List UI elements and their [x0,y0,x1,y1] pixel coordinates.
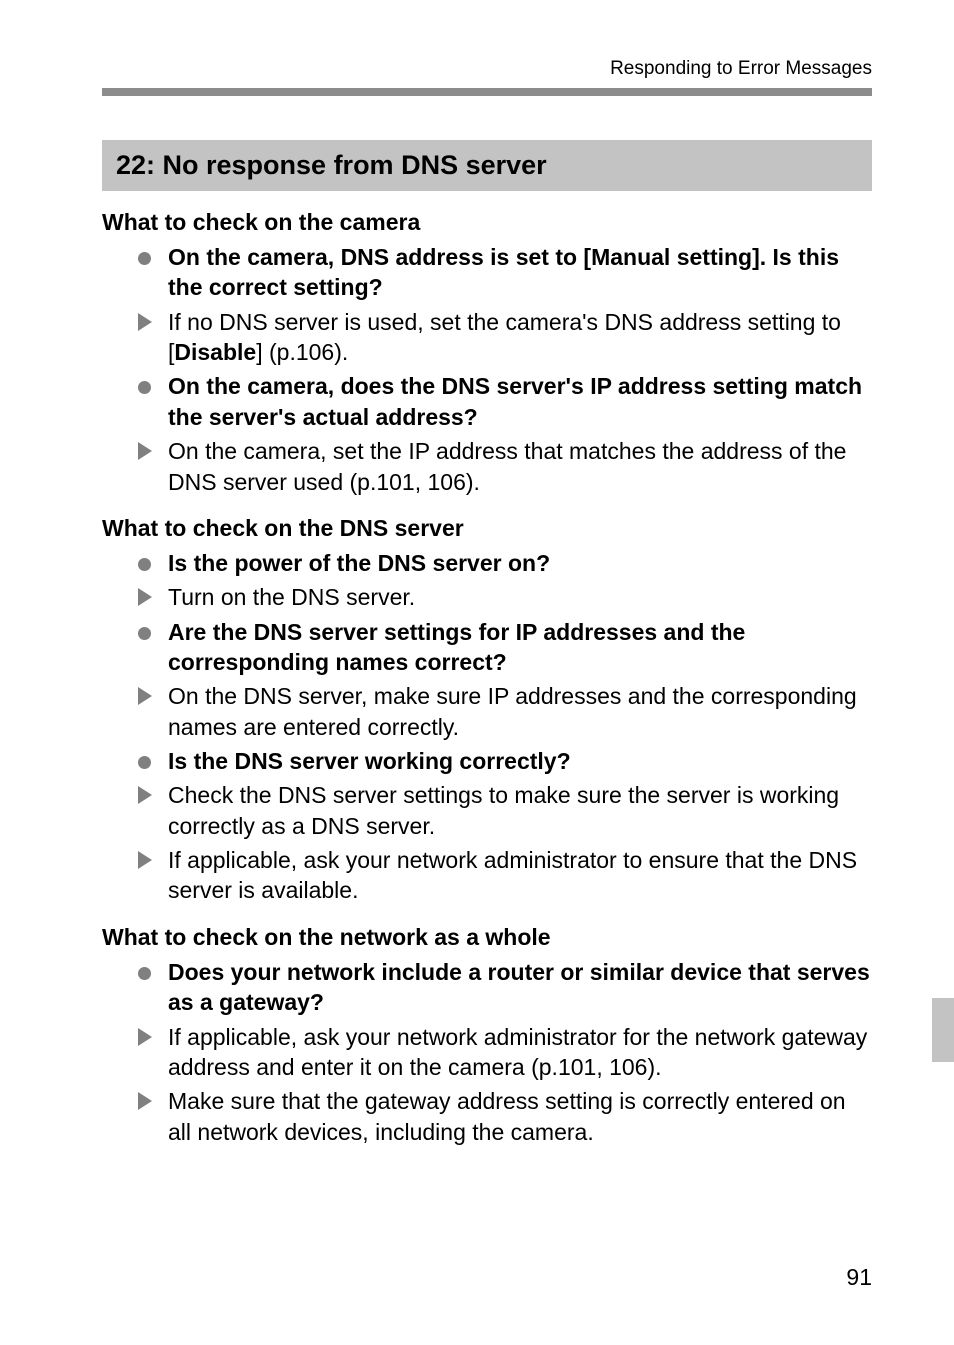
bullet-dot-icon [138,627,151,640]
list-item: If no DNS server is used, set the camera… [138,307,872,368]
bullet-arrow-icon [138,786,152,804]
item-text: Turn on the DNS server. [168,584,415,610]
bullet-arrow-icon [138,442,152,460]
bullet-arrow-icon [138,588,152,606]
bullet-dot-icon [138,558,151,571]
list-item: Is the DNS server working correctly? [138,746,872,776]
section-list: On the camera, DNS address is set to [Ma… [102,242,872,497]
list-item: Make sure that the gateway address setti… [138,1086,872,1147]
list-item: On the camera, DNS address is set to [Ma… [138,242,872,303]
item-text: Does your network include a router or si… [168,959,870,1015]
item-text: If applicable, ask your network administ… [168,1024,867,1080]
list-item: Check the DNS server settings to make su… [138,780,872,841]
section-list: Does your network include a router or si… [102,957,872,1147]
item-text: If applicable, ask your network administ… [168,847,857,903]
item-text: If no DNS server is used, set the camera… [168,309,841,365]
list-item: On the camera, set the IP address that m… [138,436,872,497]
bullet-dot-icon [138,756,151,769]
item-text: Check the DNS server settings to make su… [168,782,839,838]
item-text: On the camera, set the IP address that m… [168,438,846,494]
item-text: Are the DNS server settings for IP addre… [168,619,745,675]
bullet-arrow-icon [138,1092,152,1110]
section-heading: What to check on the camera [102,209,872,236]
item-text: Make sure that the gateway address setti… [168,1088,846,1144]
bullet-dot-icon [138,381,151,394]
item-text: Is the power of the DNS server on? [168,550,550,576]
item-text: Is the DNS server working correctly? [168,748,571,774]
list-item: Does your network include a router or si… [138,957,872,1018]
item-text: On the DNS server, make sure IP addresse… [168,683,857,739]
bullet-arrow-icon [138,687,152,705]
page-number: 91 [846,1264,872,1291]
bullet-arrow-icon [138,313,152,331]
item-text: On the camera, DNS address is set to [Ma… [168,244,839,300]
bullet-dot-icon [138,967,151,980]
list-item: Is the power of the DNS server on? [138,548,872,578]
list-item: On the camera, does the DNS server's IP … [138,371,872,432]
section-heading: What to check on the network as a whole [102,924,872,951]
section-heading: What to check on the DNS server [102,515,872,542]
running-head: Responding to Error Messages [102,58,872,80]
list-item: If applicable, ask your network administ… [138,845,872,906]
list-item: Are the DNS server settings for IP addre… [138,617,872,678]
bullet-arrow-icon [138,851,152,869]
header-rule [102,88,872,96]
side-tab [932,998,954,1062]
list-item: If applicable, ask your network administ… [138,1022,872,1083]
bullet-arrow-icon [138,1028,152,1046]
bullet-dot-icon [138,252,151,265]
list-item: On the DNS server, make sure IP addresse… [138,681,872,742]
list-item: Turn on the DNS server. [138,582,872,612]
section-list: Is the power of the DNS server on? Turn … [102,548,872,906]
page: Responding to Error Messages 22: No resp… [0,0,954,1345]
item-text: On the camera, does the DNS server's IP … [168,373,862,429]
error-title: 22: No response from DNS server [102,140,872,191]
